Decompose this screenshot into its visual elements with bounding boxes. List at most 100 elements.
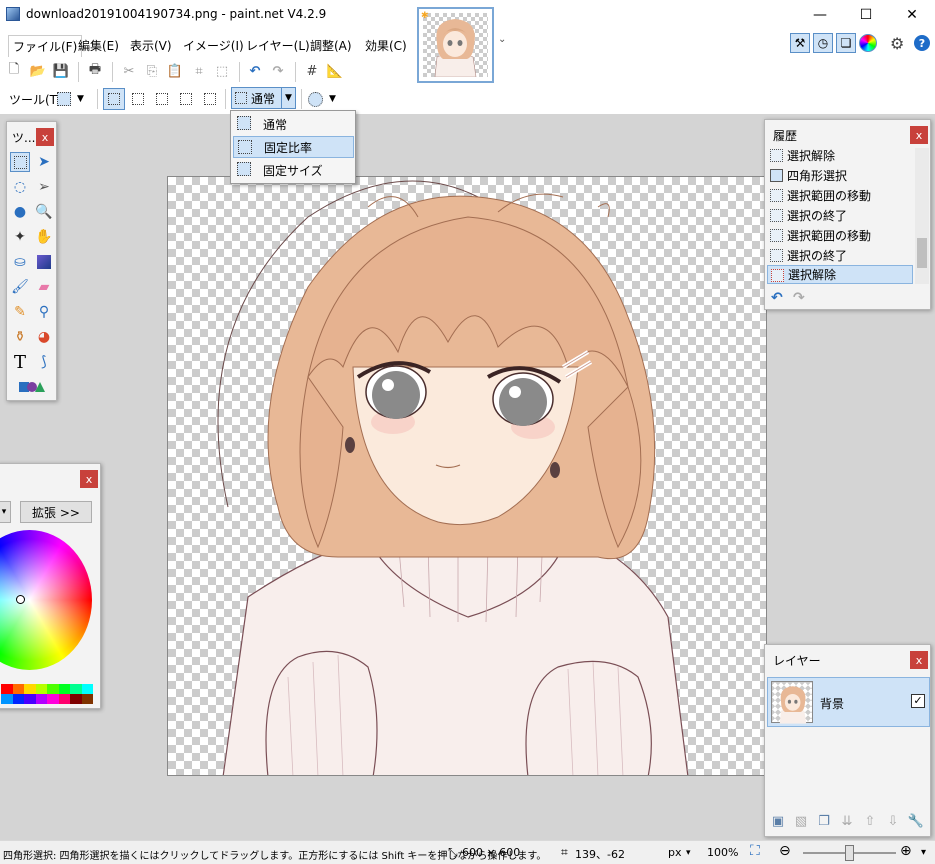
recolor-icon[interactable]: ◕ — [34, 327, 54, 347]
history-panel-close-button[interactable]: x — [910, 126, 928, 144]
image-tab-thumbnail[interactable]: ✱ — [417, 7, 494, 83]
move-selection-icon[interactable]: ➤ — [34, 152, 54, 172]
gradient-icon[interactable] — [34, 252, 54, 272]
zoom-slider-thumb[interactable] — [844, 845, 854, 861]
history-panel-header[interactable]: 履歴 x — [765, 120, 930, 146]
rectangle-select-icon[interactable] — [10, 152, 30, 172]
grid-icon[interactable]: # — [303, 62, 321, 80]
tools-panel-header[interactable]: ツ... x — [7, 122, 56, 148]
undo-icon[interactable]: ↶ — [246, 62, 264, 80]
palette-swatch[interactable] — [1, 694, 13, 704]
tool-selector[interactable]: ▼ — [57, 88, 93, 110]
selection-mode-replace-button[interactable] — [103, 88, 125, 110]
maximize-button[interactable]: ☐ — [843, 0, 889, 30]
palette-swatch[interactable] — [24, 684, 36, 694]
tab-overflow-chevron-icon[interactable]: ⌄ — [498, 34, 506, 45]
tools-panel-close-button[interactable]: x — [36, 128, 54, 146]
zoom-out-icon[interactable]: ⊖ — [779, 843, 791, 859]
palette-swatch[interactable] — [81, 684, 93, 694]
layer-visibility-checkbox[interactable]: ✓ — [911, 694, 925, 708]
unit-selector[interactable]: px — [668, 846, 682, 859]
menu-effects[interactable]: 効果(C) — [361, 35, 411, 56]
copy-icon[interactable]: ⎘ — [143, 62, 161, 80]
settings-icon[interactable]: ⚙ — [890, 34, 904, 53]
palette-swatch[interactable] — [70, 684, 82, 694]
close-button[interactable]: ✕ — [889, 0, 935, 30]
add-layer-icon[interactable]: ▣ — [769, 812, 787, 830]
crop-icon[interactable]: ⌗ — [190, 62, 208, 80]
image-canvas[interactable] — [167, 176, 767, 776]
duplicate-layer-icon[interactable]: ❐ — [815, 812, 833, 830]
palette-swatch[interactable] — [47, 684, 59, 694]
history-item[interactable]: 選択解除 — [767, 146, 913, 165]
color-wheel-cursor[interactable] — [16, 595, 25, 604]
color-picker-icon[interactable]: ⚲ — [34, 302, 54, 322]
history-scrollbar[interactable] — [915, 148, 929, 284]
redo-icon[interactable]: ↷ — [269, 62, 287, 80]
line-curve-icon[interactable]: ⟆ — [34, 352, 54, 372]
color-mode-dropdown[interactable]: ▾ — [0, 501, 11, 523]
layers-panel-header[interactable]: レイヤー x — [765, 645, 930, 671]
menu-edit[interactable]: 編集(E) — [74, 35, 123, 56]
menu-image[interactable]: イメージ(I) — [179, 35, 248, 56]
history-window-icon[interactable]: ◷ — [813, 33, 833, 53]
layers-window-icon[interactable]: ❏ — [836, 33, 856, 53]
antialias-dropdown[interactable]: ▼ — [308, 88, 344, 110]
new-icon[interactable]: 🗋 — [5, 62, 23, 80]
history-item[interactable]: 選択の終了 — [767, 206, 913, 225]
menu-adjustments[interactable]: 調整(A) — [306, 35, 356, 56]
palette-swatch[interactable] — [1, 684, 13, 694]
history-item[interactable]: 選択範囲の移動 — [767, 186, 913, 205]
eraser-icon[interactable]: ▰ — [34, 277, 54, 297]
selection-mode-union-button[interactable] — [127, 88, 149, 110]
help-icon[interactable]: ? — [914, 35, 930, 51]
pan-icon[interactable]: ✋ — [34, 227, 54, 247]
history-scrollbar-thumb[interactable] — [917, 238, 927, 268]
open-icon[interactable]: 📂 — [29, 62, 47, 80]
draw-mode-normal-item[interactable]: 通常 — [233, 113, 354, 135]
merge-layer-down-icon[interactable]: ⇊ — [838, 812, 856, 830]
color-wheel[interactable] — [0, 530, 92, 670]
draw-mode-fixed-size-item[interactable]: 固定サイズ — [233, 159, 354, 181]
magic-wand-icon[interactable]: ✦ — [10, 227, 30, 247]
ruler-icon[interactable]: 📐 — [326, 62, 344, 80]
menu-layers[interactable]: レイヤー(L) — [242, 35, 314, 56]
colors-panel-header[interactable]: x — [0, 464, 100, 490]
paintbrush-icon[interactable]: 🖌 — [10, 277, 30, 297]
selection-mode-exclude-button[interactable] — [151, 88, 173, 110]
clone-stamp-icon[interactable]: ⚱ — [10, 327, 30, 347]
draw-mode-fixed-ratio-item[interactable]: 固定比率 — [233, 136, 354, 158]
palette-swatch[interactable] — [47, 694, 59, 704]
menu-file[interactable]: ファイル(F) — [8, 35, 83, 57]
history-item[interactable]: 選択範囲の移動 — [767, 226, 913, 245]
layer-row[interactable]: 背景 ✓ — [767, 677, 930, 727]
move-layer-up-icon[interactable]: ⇧ — [861, 812, 879, 830]
move-layer-down-icon[interactable]: ⇩ — [884, 812, 902, 830]
cut-icon[interactable]: ✂ — [120, 62, 138, 80]
palette-swatch[interactable] — [58, 684, 70, 694]
shapes-icon[interactable] — [15, 377, 49, 397]
menu-view[interactable]: 表示(V) — [126, 35, 176, 56]
print-icon[interactable]: 🖶 — [86, 62, 104, 80]
selection-draw-mode-dropdown[interactable]: 通常 ▼ — [231, 87, 296, 109]
delete-layer-icon[interactable]: ▧ — [792, 812, 810, 830]
history-item[interactable]: 選択解除 — [767, 265, 913, 284]
palette-swatch[interactable] — [24, 694, 36, 704]
tools-window-icon[interactable]: ⚒ — [790, 33, 810, 53]
pencil-icon[interactable]: ✎ — [10, 302, 30, 322]
chevron-down-icon[interactable]: ▾ — [686, 848, 691, 858]
chevron-down-icon[interactable]: ▾ — [921, 847, 926, 858]
deselect-icon[interactable]: ⬚ — [213, 62, 231, 80]
zoom-icon[interactable]: 🔍 — [34, 202, 54, 222]
palette-swatch[interactable] — [70, 694, 82, 704]
paint-bucket-icon[interactable]: ⛀ — [10, 252, 30, 272]
palette-swatch[interactable] — [35, 694, 47, 704]
expand-colors-button[interactable]: 拡張 >> — [20, 501, 92, 523]
selection-mode-invert-button[interactable] — [199, 88, 221, 110]
colors-panel-close-button[interactable]: x — [80, 470, 98, 488]
palette-swatch[interactable] — [81, 694, 93, 704]
palette-swatch[interactable] — [12, 694, 24, 704]
selection-mode-intersect-button[interactable] — [175, 88, 197, 110]
move-selected-icon[interactable]: ➢ — [34, 177, 54, 197]
colors-window-icon[interactable] — [859, 34, 877, 52]
